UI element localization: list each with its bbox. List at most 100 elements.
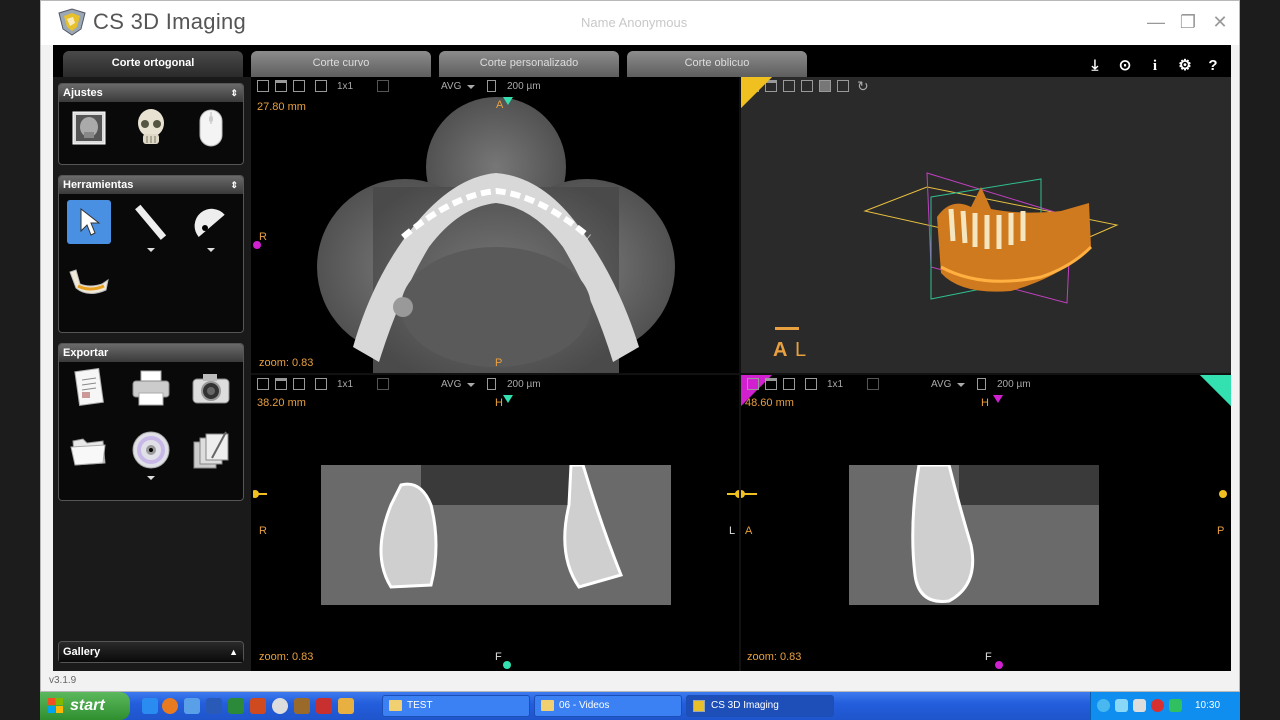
panel-gallery[interactable]: Gallery ▲ bbox=[58, 641, 244, 663]
link-icon[interactable] bbox=[867, 378, 879, 390]
task-videos-folder[interactable]: 06 - Videos bbox=[534, 695, 682, 717]
avg-selector[interactable]: AVG bbox=[441, 379, 461, 390]
browser-icon[interactable] bbox=[184, 698, 200, 714]
word-icon[interactable] bbox=[206, 698, 222, 714]
select-tool-button[interactable] bbox=[67, 200, 111, 244]
disc-dropdown-icon[interactable] bbox=[147, 476, 155, 480]
sidebar: Ajustes ⇕ Herramientas ⇕ Exportar Galler… bbox=[53, 77, 251, 671]
save-icon[interactable] bbox=[747, 378, 759, 390]
usb-icon[interactable] bbox=[1133, 699, 1146, 712]
minimize-button[interactable]: — bbox=[1145, 11, 1167, 33]
yellow-marker-icon[interactable] bbox=[1219, 490, 1227, 498]
start-button[interactable]: start bbox=[40, 692, 130, 720]
export-folder-button[interactable] bbox=[67, 428, 111, 472]
download-icon[interactable]: ⤓ bbox=[1085, 57, 1105, 75]
utility-icon[interactable] bbox=[338, 698, 354, 714]
mouse-button[interactable] bbox=[189, 106, 233, 150]
tab-corte-curvo[interactable]: Corte curvo bbox=[251, 51, 431, 77]
burn-disc-button[interactable] bbox=[129, 428, 173, 472]
network-icon[interactable] bbox=[1097, 699, 1110, 712]
orientation-bar-icon bbox=[775, 327, 799, 330]
sagittal-view-toolbar: 1x1 AVG 200 µm bbox=[741, 375, 1231, 395]
green-marker-icon[interactable] bbox=[503, 395, 513, 403]
magenta-marker-icon[interactable] bbox=[993, 395, 1003, 403]
tab-corte-personalizado[interactable]: Corte personalizado bbox=[439, 51, 619, 77]
restore-icon[interactable] bbox=[783, 378, 795, 390]
target-icon[interactable]: ⊙ bbox=[1115, 57, 1135, 75]
avg-selector[interactable]: AVG bbox=[931, 379, 951, 390]
nerve-tool-button[interactable] bbox=[67, 262, 111, 306]
yellow-marker-icon[interactable] bbox=[741, 490, 745, 498]
ie-icon[interactable] bbox=[142, 698, 158, 714]
start-label: start bbox=[70, 697, 105, 714]
panel-exportar: Exportar bbox=[58, 343, 244, 501]
angle-tool-button[interactable] bbox=[189, 200, 233, 244]
sagittal-view[interactable]: 1x1 AVG 200 µm 48.60 mm H A P zoom: 0.83… bbox=[741, 375, 1231, 671]
ruler-dropdown-icon[interactable] bbox=[147, 248, 155, 252]
square-icon[interactable] bbox=[315, 378, 327, 390]
clock[interactable]: 10:30 bbox=[1195, 700, 1220, 711]
coronal-view[interactable]: 1x1 AVG 200 µm 38.20 mm H R L zoom: 0.83… bbox=[253, 375, 739, 671]
panel-ajustes-header[interactable]: Ajustes ⇕ bbox=[59, 84, 243, 102]
angle-dropdown-icon[interactable] bbox=[207, 248, 215, 252]
jaw-3d-render bbox=[863, 172, 1119, 304]
layout-selector[interactable]: 1x1 bbox=[827, 379, 843, 390]
measure-readout: 38.20 mm bbox=[257, 397, 306, 409]
link-icon[interactable] bbox=[377, 378, 389, 390]
chrome-icon[interactable] bbox=[272, 698, 288, 714]
restore-icon[interactable] bbox=[293, 378, 305, 390]
avg-dropdown-icon[interactable] bbox=[467, 383, 475, 387]
tool-icon[interactable] bbox=[316, 698, 332, 714]
magenta-marker-icon[interactable] bbox=[253, 241, 261, 249]
info-icon[interactable]: i bbox=[1145, 57, 1165, 75]
window-icon[interactable] bbox=[275, 378, 287, 390]
left-marker-label: R bbox=[259, 231, 267, 243]
security-icon[interactable] bbox=[1169, 699, 1182, 712]
axial-view[interactable]: 1x1 AVG 200 µm 27.80 mm A R P zoom: 0.83 bbox=[253, 77, 739, 373]
green-marker-icon[interactable] bbox=[503, 97, 513, 105]
cd-icon bbox=[132, 431, 170, 469]
report-button[interactable] bbox=[67, 366, 111, 410]
task-cs3d-imaging[interactable]: CS 3D Imaging bbox=[686, 695, 834, 717]
excel-icon[interactable] bbox=[228, 698, 244, 714]
save-icon[interactable] bbox=[257, 378, 269, 390]
green-marker-icon[interactable] bbox=[503, 661, 511, 669]
tab-corte-oblicuo[interactable]: Corte oblicuo bbox=[627, 51, 807, 77]
panel-herramientas-header[interactable]: Herramientas ⇕ bbox=[59, 176, 243, 194]
thickness-value[interactable]: 200 µm bbox=[507, 379, 541, 390]
export-images-button[interactable] bbox=[189, 428, 233, 472]
layout-selector[interactable]: 1x1 bbox=[337, 379, 353, 390]
view-divider-horizontal[interactable] bbox=[251, 373, 1231, 375]
ruler-tool-button[interactable] bbox=[129, 200, 173, 244]
task-test-folder[interactable]: TEST bbox=[382, 695, 530, 717]
monitor-icon[interactable] bbox=[1115, 699, 1128, 712]
bottom-marker-label: F bbox=[985, 651, 992, 663]
settings-icon[interactable]: ⚙ bbox=[1175, 57, 1195, 75]
bottom-marker-label: F bbox=[495, 651, 502, 663]
image-adjust-button[interactable] bbox=[67, 106, 111, 150]
screenshot-button[interactable] bbox=[189, 366, 233, 410]
square-icon[interactable] bbox=[805, 378, 817, 390]
tab-corte-ortogonal[interactable]: Corte ortogonal bbox=[63, 51, 243, 77]
render-3d-view[interactable]: ↻ A L bbox=[741, 77, 1231, 373]
shield-icon[interactable] bbox=[1151, 699, 1164, 712]
folder-icon bbox=[389, 700, 402, 711]
app-icon[interactable] bbox=[294, 698, 310, 714]
yellow-marker-icon[interactable] bbox=[253, 490, 259, 498]
top-marker-label: H bbox=[981, 397, 989, 409]
powerpoint-icon[interactable] bbox=[250, 698, 266, 714]
close-button[interactable]: ✕ bbox=[1209, 11, 1231, 33]
xray-image-icon bbox=[72, 111, 106, 145]
magenta-marker-icon[interactable] bbox=[995, 661, 1003, 669]
help-icon[interactable]: ? bbox=[1203, 57, 1223, 75]
panel-gallery-header[interactable]: Gallery ▲ bbox=[59, 642, 243, 662]
window-icon[interactable] bbox=[765, 378, 777, 390]
maximize-button[interactable]: ❐ bbox=[1177, 11, 1199, 33]
right-marker-label: L bbox=[729, 525, 736, 537]
firefox-icon[interactable] bbox=[162, 698, 178, 714]
skull-button[interactable] bbox=[129, 106, 173, 150]
panel-exportar-header[interactable]: Exportar bbox=[59, 344, 243, 362]
avg-dropdown-icon[interactable] bbox=[957, 383, 965, 387]
print-button[interactable] bbox=[129, 366, 173, 410]
thickness-value[interactable]: 200 µm bbox=[997, 379, 1031, 390]
